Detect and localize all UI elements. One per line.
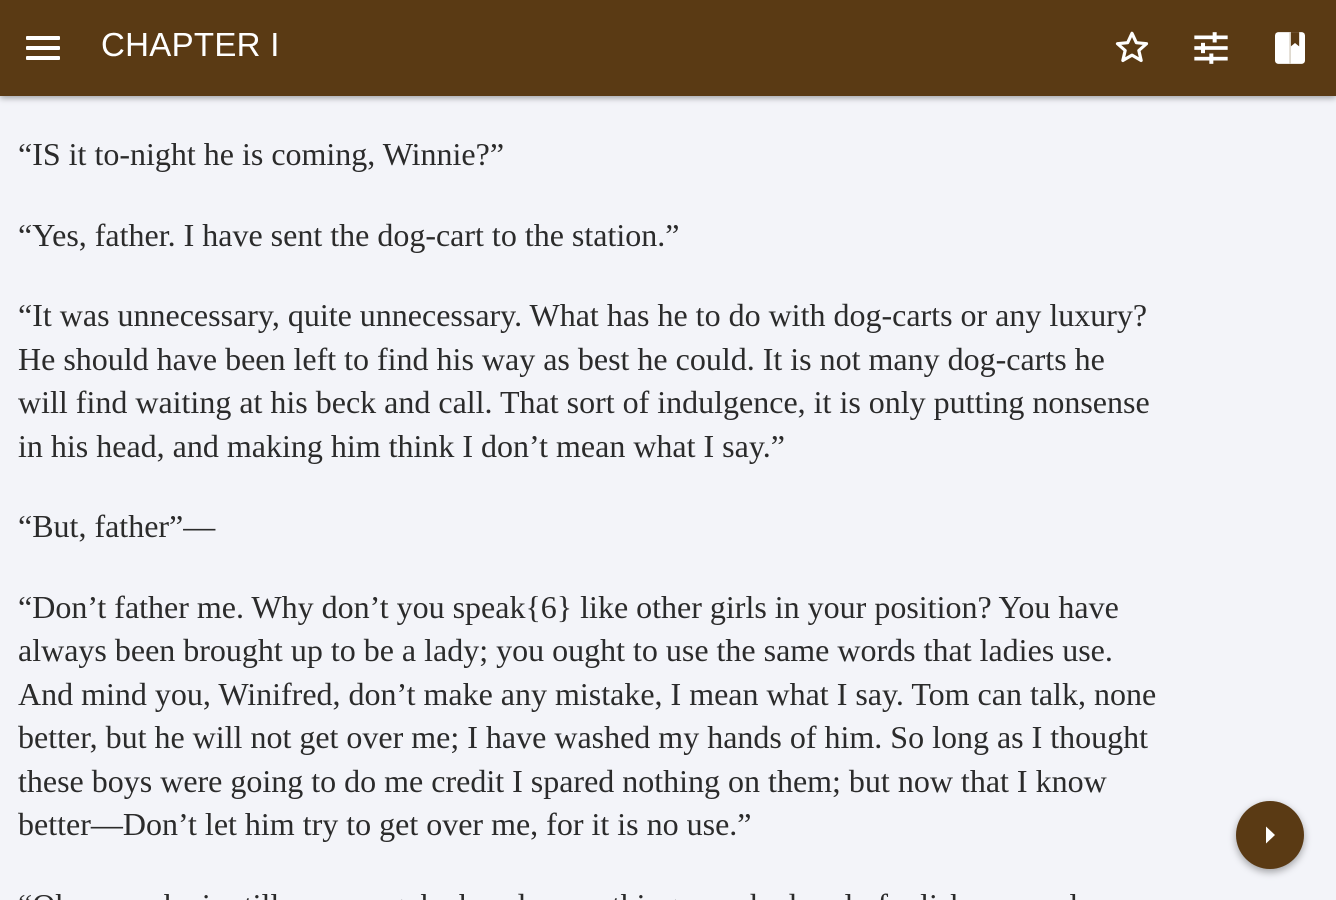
app-toolbar: CHAPTER I [0,0,1336,96]
chapter-text: “IS it to-night he is coming, Winnie?” “… [18,96,1328,900]
paragraph: “Oh, papa, he is still so young; he has … [18,884,1328,900]
paragraph: “IS it to-night he is coming, Winnie?” [18,136,505,172]
page-title: CHAPTER I [101,26,280,63]
chevron-right-icon [1266,826,1275,844]
book-icon[interactable] [1270,28,1310,68]
reader-screen: CHAPTER I “IS it to-night he is coming, … [0,0,1336,900]
tune-sliders-icon[interactable] [1191,28,1231,68]
menu-icon[interactable] [22,32,62,64]
next-page-button[interactable] [1236,801,1304,869]
paragraph: “It was unnecessary, quite unnecessary. … [18,297,1150,464]
paragraph: “Don’t father me. Why don’t you speak{6}… [18,588,1157,843]
paragraph: “But, father”— [18,508,216,544]
star-outline-icon[interactable] [1112,28,1152,68]
paragraph: “Yes, father. I have sent the dog-cart t… [18,216,680,253]
